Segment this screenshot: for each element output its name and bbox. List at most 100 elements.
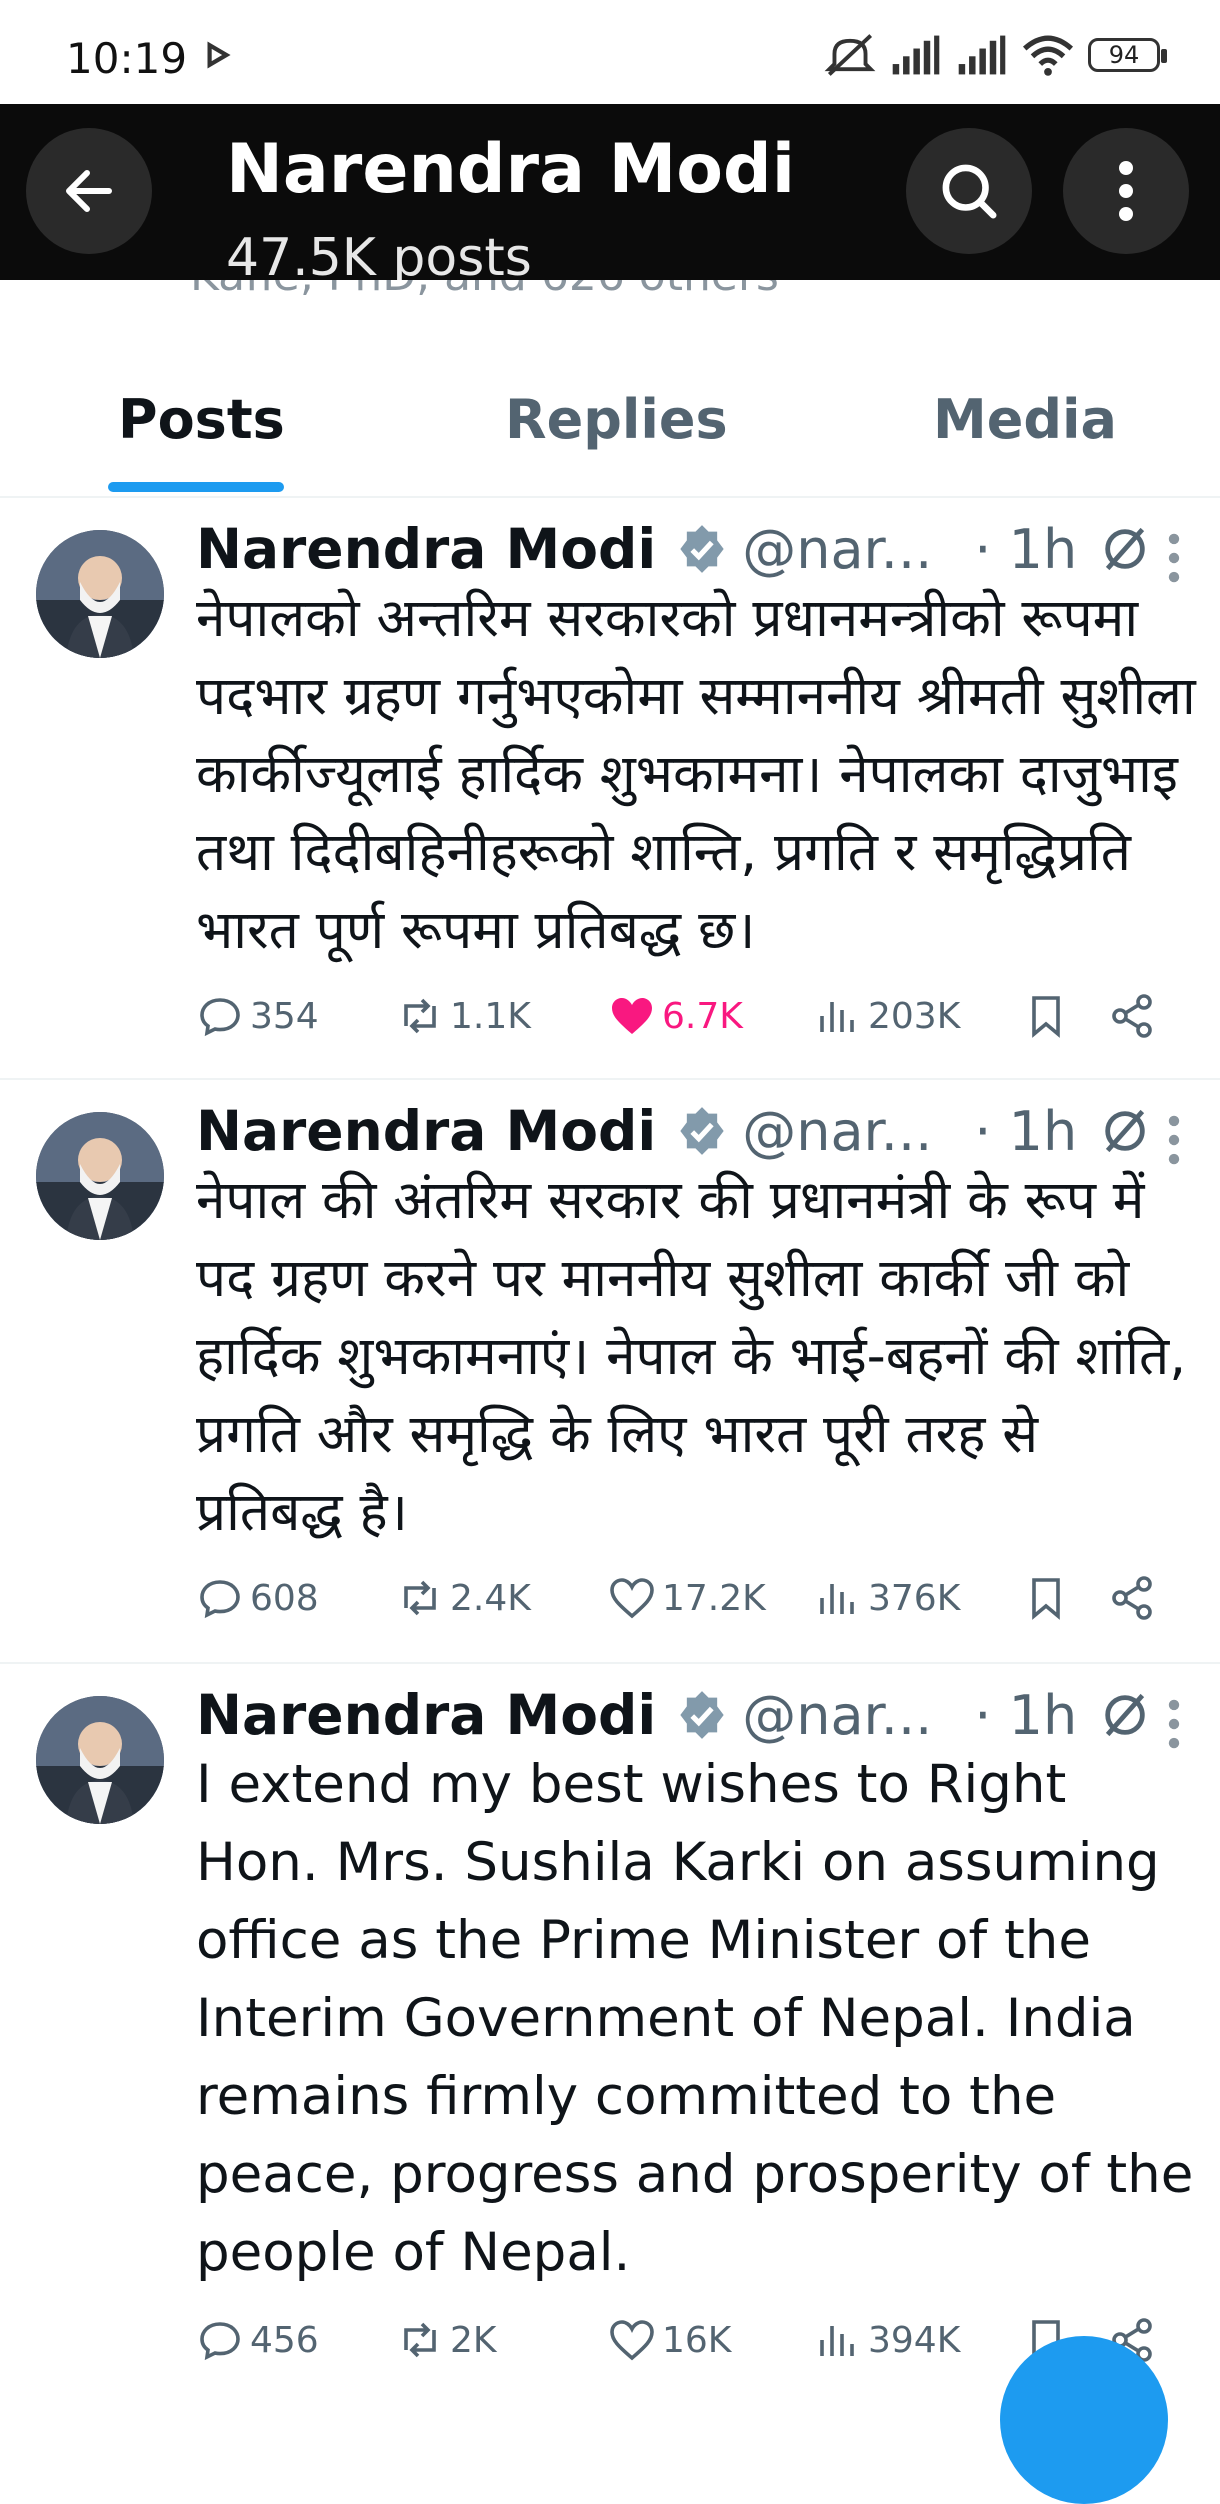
post-timestamp[interactable]: · 1h bbox=[974, 1100, 1077, 1163]
active-tab-indicator bbox=[108, 482, 284, 492]
analytics-icon bbox=[820, 2326, 854, 2356]
post-actions: 608 2.4K 17.2K 376K bbox=[196, 1574, 1176, 1630]
bookmark-icon bbox=[1032, 996, 1060, 1038]
heart-icon bbox=[610, 2320, 654, 2361]
post-more-icon[interactable] bbox=[1164, 532, 1184, 584]
like-count: 17.2K bbox=[662, 1577, 766, 1619]
author-name[interactable]: Narendra Modi bbox=[196, 517, 656, 581]
view-count: 203K bbox=[868, 995, 961, 1037]
post-item[interactable]: Narendra Modi @nar... · 1h I extend my b… bbox=[0, 1662, 1220, 2401]
author-name[interactable]: Narendra Modi bbox=[196, 1683, 656, 1747]
reply-button[interactable]: 608 bbox=[196, 1574, 319, 1622]
post-timestamp[interactable]: · 1h bbox=[974, 518, 1077, 581]
tab-replies[interactable]: Replies bbox=[505, 388, 728, 451]
grok-icon[interactable] bbox=[1099, 1689, 1151, 1741]
reply-count: 354 bbox=[250, 995, 319, 1037]
share-button[interactable] bbox=[1108, 1574, 1156, 1622]
reply-button[interactable]: 354 bbox=[196, 992, 319, 1040]
reply-button[interactable]: 456 bbox=[196, 2316, 319, 2364]
more-options-button[interactable] bbox=[1063, 128, 1189, 254]
view-count: 394K bbox=[868, 2319, 961, 2361]
repost-button[interactable]: 2K bbox=[396, 2316, 497, 2364]
heart-filled-icon bbox=[612, 998, 652, 1034]
verified-badge-icon bbox=[680, 525, 724, 573]
header-post-count: 47.5K posts bbox=[226, 228, 532, 280]
signal-icon bbox=[892, 35, 940, 75]
verified-badge-icon bbox=[680, 1691, 724, 1739]
like-button[interactable]: 17.2K bbox=[608, 1574, 766, 1622]
header-title: Narendra Modi bbox=[226, 130, 796, 209]
back-button[interactable] bbox=[26, 128, 152, 254]
repost-icon bbox=[404, 1580, 436, 1616]
search-icon bbox=[942, 164, 997, 219]
post-header: Narendra Modi @nar... · 1h bbox=[196, 1096, 1151, 1166]
grok-icon[interactable] bbox=[1099, 523, 1151, 575]
reply-count: 608 bbox=[250, 1577, 319, 1619]
bookmark-button[interactable] bbox=[1022, 992, 1070, 1040]
author-handle[interactable]: @nar... bbox=[742, 1100, 932, 1163]
views-button[interactable]: 203K bbox=[814, 992, 960, 1040]
avatar-image bbox=[36, 1112, 164, 1240]
heart-icon bbox=[610, 1578, 654, 1619]
post-item[interactable]: Narendra Modi @nar... · 1h नेपाल की अंतर… bbox=[0, 1078, 1220, 1664]
avatar-image bbox=[36, 530, 164, 658]
share-button[interactable] bbox=[1108, 992, 1156, 1040]
post-header: Narendra Modi @nar... · 1h bbox=[196, 1680, 1151, 1750]
reply-icon bbox=[200, 1580, 240, 1619]
bookmark-button[interactable] bbox=[1022, 1574, 1070, 1622]
analytics-icon bbox=[820, 1584, 854, 1614]
repost-count: 1.1K bbox=[450, 995, 531, 1037]
status-time: 10:19 bbox=[66, 34, 188, 83]
repost-icon bbox=[404, 2322, 436, 2358]
avatar[interactable] bbox=[36, 530, 164, 658]
repost-button[interactable]: 1.1K bbox=[396, 992, 531, 1040]
avatar[interactable] bbox=[36, 1696, 164, 1824]
more-vertical-icon bbox=[1119, 161, 1133, 221]
media-play-icon bbox=[207, 41, 231, 69]
like-count: 16K bbox=[662, 2319, 732, 2361]
author-handle[interactable]: @nar... bbox=[742, 1684, 932, 1747]
like-count: 6.7K bbox=[662, 995, 743, 1037]
verified-badge-icon bbox=[680, 1107, 724, 1155]
post-header: Narendra Modi @nar... · 1h bbox=[196, 514, 1151, 584]
author-handle[interactable]: @nar... bbox=[742, 518, 932, 581]
compose-post-button[interactable] bbox=[1000, 2336, 1168, 2504]
status-icons: 94 bbox=[824, 30, 1167, 80]
post-more-icon[interactable] bbox=[1164, 1114, 1184, 1166]
views-button[interactable]: 376K bbox=[814, 1574, 960, 1622]
analytics-icon bbox=[820, 1002, 854, 1032]
bookmark-icon bbox=[1032, 1578, 1060, 1620]
author-name[interactable]: Narendra Modi bbox=[196, 1099, 656, 1163]
reply-icon bbox=[200, 2322, 240, 2361]
tab-media[interactable]: Media bbox=[933, 388, 1117, 451]
wifi-icon bbox=[1022, 35, 1074, 76]
profile-header-bar: Narendra Modi 47.5K posts bbox=[0, 104, 1220, 280]
reply-icon bbox=[200, 998, 240, 1037]
repost-button[interactable]: 2.4K bbox=[396, 1574, 531, 1622]
post-actions: 354 1.1K 6.7K 203K bbox=[196, 992, 1176, 1048]
view-count: 376K bbox=[868, 1577, 961, 1619]
search-button[interactable] bbox=[906, 128, 1032, 254]
signal-icon-2 bbox=[958, 35, 1006, 75]
post-text: नेपालको अन्तरिम सरकारको प्रधानमन्त्रीको … bbox=[196, 588, 1196, 961]
post-text: I extend my best wishes to Right Hon. Mr… bbox=[196, 1754, 1194, 2283]
status-bar: 10:19 94 bbox=[0, 0, 1220, 104]
share-icon bbox=[1112, 1576, 1152, 1620]
like-button[interactable]: 6.7K bbox=[608, 992, 743, 1040]
tab-posts[interactable]: Posts bbox=[118, 388, 285, 451]
views-button[interactable]: 394K bbox=[814, 2316, 960, 2364]
avatar[interactable] bbox=[36, 1112, 164, 1240]
repost-count: 2K bbox=[450, 2319, 497, 2361]
reply-count: 456 bbox=[250, 2319, 319, 2361]
like-button[interactable]: 16K bbox=[608, 2316, 731, 2364]
post-item[interactable]: Narendra Modi @nar... · 1h नेपालको अन्तर… bbox=[0, 496, 1220, 1080]
post-text: नेपाल की अंतरिम सरकार की प्रधानमंत्री के… bbox=[196, 1170, 1187, 1543]
profile-tabs: Posts Replies Media bbox=[0, 368, 1220, 498]
grok-icon[interactable] bbox=[1099, 1105, 1151, 1157]
repost-count: 2.4K bbox=[450, 1577, 531, 1619]
battery-indicator: 94 bbox=[1088, 38, 1167, 72]
post-more-icon[interactable] bbox=[1164, 1698, 1184, 1750]
mute-icon bbox=[824, 34, 876, 76]
avatar-image bbox=[36, 1696, 164, 1824]
post-timestamp[interactable]: · 1h bbox=[974, 1684, 1077, 1747]
